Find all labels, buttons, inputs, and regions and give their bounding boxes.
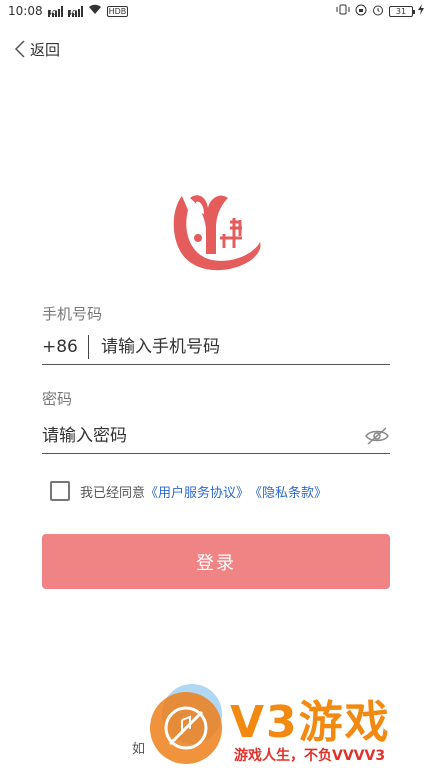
wifi-icon [88,4,102,18]
app-logo-icon [173,195,261,271]
vibrate-icon [336,4,350,18]
sim2-label: 4G [67,9,77,17]
hd-badge: HDB [106,5,129,17]
back-label: 返回 [30,40,61,59]
back-button[interactable]: 返回 [14,38,60,60]
battery-icon: 31 [389,5,415,17]
chevron-left-icon [14,40,25,58]
password-label: 密码 [42,390,73,408]
sim1-label: 4G [47,9,57,17]
signal-icon: 4G [47,5,63,17]
country-code-selector[interactable]: +86 [42,337,86,357]
eye-off-icon[interactable] [364,426,390,446]
privacy-policy-link[interactable]: 《隐私条款》 [249,482,327,501]
status-time: 10:08 [8,4,43,18]
charging-icon [418,4,424,18]
watermark-title: V3游戏 [230,697,391,748]
field-divider [88,334,89,359]
phone-input[interactable] [101,331,390,362]
login-button[interactable]: 登录 [42,534,390,589]
agree-checkbox[interactable] [50,481,70,501]
agreement-row: 我已经同意 《用户服务协议》 《隐私条款》 [50,480,327,502]
signal-icon-2: 4G [67,5,83,17]
password-field-row [42,418,390,454]
bottom-partial-text: 如 [132,742,146,757]
watermark-slogan: 游戏人生，不负VVVV3 [234,748,386,764]
status-right: 31 [336,4,424,19]
status-left: 10:08 4G 4G HDB [8,4,129,18]
lock-rotation-icon [355,4,367,19]
user-agreement-link[interactable]: 《用户服务协议》 [145,482,249,501]
agreement-prefix: 我已经同意 [80,485,146,501]
status-bar: 10:08 4G 4G HDB 31 [0,0,432,22]
alarm-icon [372,4,384,19]
phone-label: 手机号码 [42,305,103,323]
phone-field-row: +86 [42,329,390,365]
password-input[interactable] [42,420,364,451]
